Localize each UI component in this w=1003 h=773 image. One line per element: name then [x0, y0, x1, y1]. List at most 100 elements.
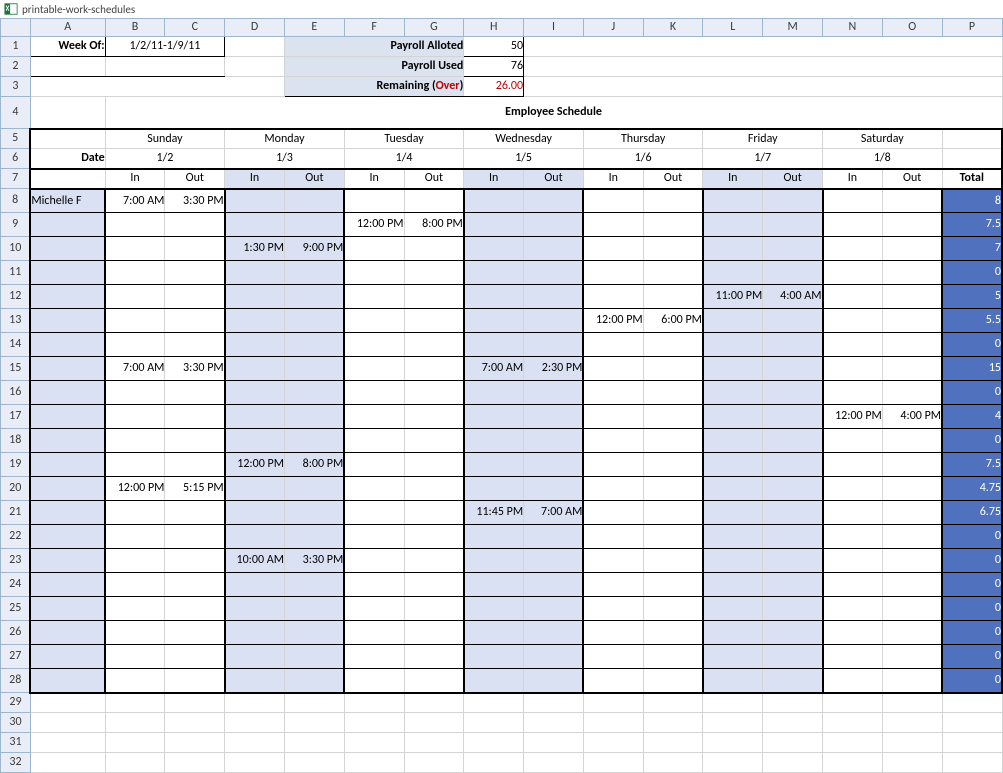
- time-in[interactable]: [105, 429, 165, 453]
- time-in[interactable]: 7:00 AM: [464, 357, 524, 381]
- day-header[interactable]: Monday: [225, 129, 345, 149]
- row-total[interactable]: 0: [942, 549, 1002, 573]
- time-in[interactable]: [703, 357, 763, 381]
- blank[interactable]: [225, 57, 285, 77]
- blank[interactable]: [464, 693, 524, 713]
- time-in[interactable]: [344, 405, 404, 429]
- time-out[interactable]: [643, 501, 703, 525]
- time-out[interactable]: [284, 333, 344, 357]
- blank[interactable]: [225, 693, 285, 713]
- row-header-16[interactable]: 16: [1, 381, 31, 405]
- col-header-I[interactable]: I: [524, 19, 584, 37]
- row-header-17[interactable]: 17: [1, 405, 31, 429]
- date-value[interactable]: 1/6: [583, 149, 703, 169]
- time-out[interactable]: [643, 573, 703, 597]
- row-header-10[interactable]: 10: [1, 237, 31, 261]
- time-out[interactable]: [882, 429, 942, 453]
- time-out[interactable]: [882, 357, 942, 381]
- time-in[interactable]: [703, 549, 763, 573]
- blank[interactable]: [823, 693, 883, 713]
- row-header-32[interactable]: 32: [1, 753, 31, 773]
- row-header-1[interactable]: 1: [1, 37, 31, 57]
- time-in[interactable]: [464, 309, 524, 333]
- time-out[interactable]: [524, 405, 584, 429]
- employee-name[interactable]: [30, 501, 105, 525]
- time-out[interactable]: [524, 381, 584, 405]
- week-of-value[interactable]: 1/2/11-1/9/11: [105, 37, 225, 57]
- time-out[interactable]: [763, 189, 823, 213]
- row-total[interactable]: 0: [942, 621, 1002, 645]
- time-out[interactable]: [284, 213, 344, 237]
- time-in[interactable]: [344, 381, 404, 405]
- time-in[interactable]: [703, 189, 763, 213]
- time-in[interactable]: [225, 405, 285, 429]
- time-out[interactable]: [404, 189, 464, 213]
- row-header-29[interactable]: 29: [1, 693, 31, 713]
- time-out[interactable]: [284, 621, 344, 645]
- blank[interactable]: [583, 753, 643, 773]
- time-out[interactable]: [524, 549, 584, 573]
- time-in[interactable]: [583, 477, 643, 501]
- time-out[interactable]: [763, 405, 823, 429]
- blank[interactable]: [165, 733, 225, 753]
- time-in[interactable]: [823, 261, 883, 285]
- time-in[interactable]: [583, 285, 643, 309]
- blank[interactable]: [284, 713, 344, 733]
- time-out[interactable]: [404, 669, 464, 693]
- time-in[interactable]: 12:00 PM: [225, 453, 285, 477]
- time-in[interactable]: 12:00 PM: [583, 309, 643, 333]
- row-header-30[interactable]: 30: [1, 713, 31, 733]
- blank[interactable]: [284, 693, 344, 713]
- blank[interactable]: [344, 733, 404, 753]
- blank[interactable]: [30, 733, 105, 753]
- time-in[interactable]: [583, 453, 643, 477]
- date-value[interactable]: 1/5: [464, 149, 584, 169]
- employee-name[interactable]: [30, 405, 105, 429]
- time-in[interactable]: [823, 333, 883, 357]
- time-out[interactable]: [763, 525, 823, 549]
- time-in[interactable]: [703, 669, 763, 693]
- row-header-25[interactable]: 25: [1, 597, 31, 621]
- col-header-P[interactable]: P: [942, 19, 1002, 37]
- time-in[interactable]: [225, 525, 285, 549]
- row-total[interactable]: 0: [942, 333, 1002, 357]
- blank[interactable]: [583, 733, 643, 753]
- row-header-12[interactable]: 12: [1, 285, 31, 309]
- blank[interactable]: [703, 713, 763, 733]
- time-in[interactable]: [464, 453, 524, 477]
- time-in[interactable]: [225, 261, 285, 285]
- row-header-2[interactable]: 2: [1, 57, 31, 77]
- time-out[interactable]: [284, 501, 344, 525]
- blank[interactable]: [942, 733, 1002, 753]
- blank[interactable]: [524, 733, 584, 753]
- time-out[interactable]: [165, 405, 225, 429]
- time-out[interactable]: [404, 549, 464, 573]
- time-in[interactable]: [464, 549, 524, 573]
- time-out[interactable]: [643, 285, 703, 309]
- blank[interactable]: [583, 693, 643, 713]
- col-header-D[interactable]: D: [225, 19, 285, 37]
- time-out[interactable]: [524, 573, 584, 597]
- time-out[interactable]: [763, 309, 823, 333]
- col-header-A[interactable]: A: [30, 19, 105, 37]
- payroll-alloted-label[interactable]: Payroll Alloted: [284, 37, 463, 57]
- time-out[interactable]: [404, 237, 464, 261]
- time-out[interactable]: [763, 453, 823, 477]
- blank[interactable]: [30, 169, 105, 189]
- time-out[interactable]: [284, 189, 344, 213]
- blank[interactable]: [942, 693, 1002, 713]
- time-out[interactable]: [404, 597, 464, 621]
- time-out[interactable]: [763, 573, 823, 597]
- col-header-B[interactable]: B: [105, 19, 165, 37]
- time-out[interactable]: 9:00 PM: [284, 237, 344, 261]
- time-out[interactable]: [643, 213, 703, 237]
- time-out[interactable]: [882, 477, 942, 501]
- time-in[interactable]: [344, 645, 404, 669]
- time-in[interactable]: [823, 285, 883, 309]
- time-out[interactable]: [404, 525, 464, 549]
- time-in[interactable]: 7:00 AM: [105, 189, 165, 213]
- time-out[interactable]: [643, 381, 703, 405]
- time-out[interactable]: 3:30 PM: [165, 189, 225, 213]
- time-out[interactable]: [763, 621, 823, 645]
- time-out[interactable]: [404, 645, 464, 669]
